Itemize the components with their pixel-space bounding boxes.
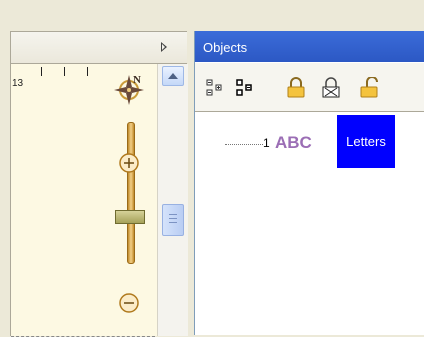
grip-line xyxy=(169,222,177,223)
ruler-tick xyxy=(87,67,88,76)
lock-icon[interactable] xyxy=(285,77,307,99)
arrow-right-icon[interactable] xyxy=(161,42,167,52)
zoom-slider-handle[interactable] xyxy=(115,210,145,224)
abc-text-icon: ABC xyxy=(275,133,312,152)
remove-lock-icon[interactable] xyxy=(320,77,342,99)
map-panel: 13 N xyxy=(10,31,188,337)
expand-all-icon[interactable] xyxy=(205,77,227,99)
objects-toolbar xyxy=(195,63,424,112)
scroll-thumb[interactable] xyxy=(162,204,184,236)
collapse-all-icon[interactable] xyxy=(235,77,257,99)
grip-line xyxy=(169,218,177,219)
zoom-in-icon[interactable] xyxy=(118,152,140,174)
tree-item-letters[interactable]: Letters xyxy=(337,115,395,168)
zoom-track[interactable] xyxy=(127,122,135,264)
map-view[interactable]: 13 N xyxy=(11,64,155,337)
object-tree[interactable]: 1 ABC Letters xyxy=(195,112,424,335)
objects-panel: Objects 1 ABC Letters xyxy=(194,31,424,335)
window-top-strip xyxy=(0,0,424,28)
tree-item-number: 1 xyxy=(263,136,270,150)
scroll-up-button[interactable] xyxy=(162,66,184,86)
vertical-scrollbar[interactable] xyxy=(157,64,188,336)
ruler-label: 13 xyxy=(12,78,24,89)
zoom-out-icon[interactable] xyxy=(118,292,140,314)
ruler-tick xyxy=(64,67,65,76)
grip-line xyxy=(169,214,177,215)
objects-titlebar: Objects xyxy=(195,31,424,62)
map-header xyxy=(11,32,187,64)
chevron-up-icon xyxy=(168,73,178,79)
compass-letter: N xyxy=(133,74,141,86)
unlock-icon[interactable] xyxy=(358,77,380,99)
ruler-tick xyxy=(41,67,42,76)
panel-title: Objects xyxy=(203,40,248,55)
compass-icon[interactable]: N xyxy=(111,72,147,108)
tree-connector xyxy=(225,144,263,145)
